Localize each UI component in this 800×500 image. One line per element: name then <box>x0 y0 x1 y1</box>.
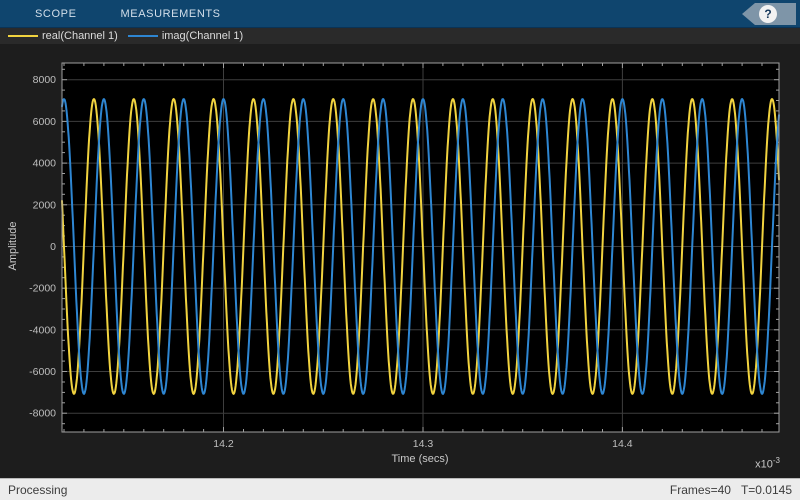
x-axis-multiplier: x10-3 <box>755 456 780 471</box>
legend-item-real[interactable]: real(Channel 1) <box>8 30 118 42</box>
real-line-swatch <box>8 35 38 37</box>
legend-bar: real(Channel 1) imag(Channel 1) <box>0 28 800 44</box>
y-tick-label: 4000 <box>33 158 57 170</box>
waveform-plot: 8000 6000 4000 2000 0 -2000 -4000 -6000 -8000 14.… <box>0 44 800 478</box>
imag-line-swatch <box>128 35 158 37</box>
y-tick-label: -8000 <box>29 408 56 420</box>
x-tick-label: 14.3 <box>413 438 434 450</box>
toolstrip-tabs: SCOPE MEASUREMENTS <box>0 0 800 27</box>
y-tick-label: 8000 <box>33 74 57 86</box>
tab-scope[interactable]: SCOPE <box>35 0 77 28</box>
help-icon[interactable]: ? <box>759 5 777 23</box>
y-tick-label: 2000 <box>33 199 57 211</box>
scope-figure: 8000 6000 4000 2000 0 -2000 -4000 -6000 -8000 14.… <box>0 44 800 478</box>
legend-item-imag[interactable]: imag(Channel 1) <box>128 30 243 42</box>
y-tick-label: -6000 <box>29 366 56 378</box>
y-tick-label: -4000 <box>29 324 56 336</box>
status-frames: Frames=40 <box>670 483 731 497</box>
legend-label-real: real(Channel 1) <box>42 30 118 42</box>
tab-measurements[interactable]: MEASUREMENTS <box>121 0 221 28</box>
scope-title-bar: SCOPE MEASUREMENTS ? <box>0 0 800 28</box>
status-message: Processing <box>8 483 67 497</box>
y-axis-label: Amplitude <box>7 222 19 271</box>
status-bar: Processing Frames=40 T=0.0145 <box>0 478 800 500</box>
x-tick-label: 14.2 <box>213 438 234 450</box>
x-axis-label: Time (secs) <box>391 453 448 465</box>
y-tick-label: -2000 <box>29 283 56 295</box>
y-tick-label: 0 <box>50 241 56 253</box>
legend-label-imag: imag(Channel 1) <box>162 30 243 42</box>
x-tick-label: 14.4 <box>612 438 633 450</box>
status-time: T=0.0145 <box>741 483 792 497</box>
y-tick-label: 6000 <box>33 116 57 128</box>
